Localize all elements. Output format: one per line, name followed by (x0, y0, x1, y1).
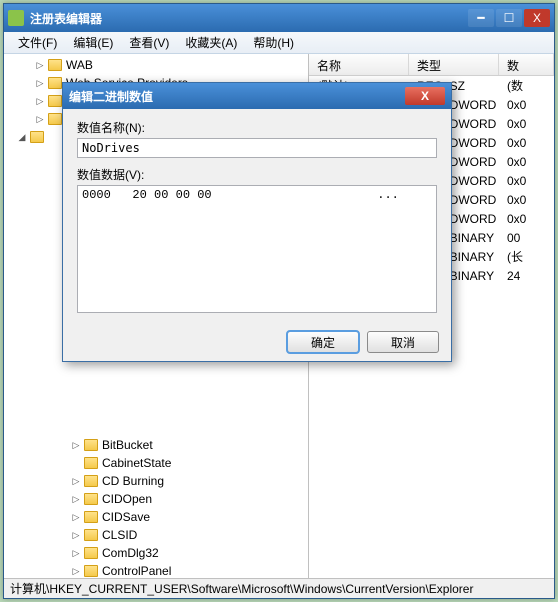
expander-icon[interactable]: ▷ (34, 113, 46, 125)
minimize-button[interactable]: ━ (468, 9, 494, 27)
tree-item-label: ComDlg32 (102, 546, 159, 560)
tree-item[interactable]: CabinetState (4, 454, 308, 472)
folder-icon (48, 59, 62, 71)
tree-item[interactable]: ▷ CLSID (4, 526, 308, 544)
folder-icon (84, 529, 98, 541)
tree-item-label: CD Burning (102, 474, 164, 488)
value-data: 0x0 (499, 193, 554, 207)
tree-item[interactable]: ▷ WAB (4, 56, 308, 74)
dialog-buttons: 确定 取消 (63, 323, 451, 361)
folder-icon (48, 95, 62, 107)
window-title: 注册表编辑器 (30, 10, 466, 27)
col-type[interactable]: 类型 (409, 54, 499, 75)
value-data: (长 (499, 248, 554, 265)
menu-favorites[interactable]: 收藏夹(A) (177, 32, 245, 53)
status-path: 计算机\HKEY_CURRENT_USER\Software\Microsoft… (10, 580, 473, 597)
data-label: 数值数据(V): (77, 166, 437, 183)
cancel-button[interactable]: 取消 (367, 331, 439, 353)
dialog-title: 编辑二进制数值 (69, 88, 405, 105)
folder-icon (48, 113, 62, 125)
statusbar: 计算机\HKEY_CURRENT_USER\Software\Microsoft… (4, 578, 554, 598)
expander-icon[interactable]: ▷ (70, 511, 82, 523)
expander-icon[interactable]: ▷ (70, 475, 82, 487)
tree-item-label: CIDSave (102, 510, 150, 524)
close-button[interactable]: X (524, 9, 550, 27)
expander-icon[interactable]: ▷ (70, 547, 82, 559)
value-data: 0x0 (499, 155, 554, 169)
expander-icon[interactable] (70, 457, 82, 469)
expander-icon[interactable]: ▷ (70, 529, 82, 541)
titlebar[interactable]: 注册表编辑器 ━ ☐ X (4, 4, 554, 32)
expander-icon[interactable]: ▷ (70, 439, 82, 451)
tree-item[interactable]: ▷ CD Burning (4, 472, 308, 490)
menubar: 文件(F) 编辑(E) 查看(V) 收藏夹(A) 帮助(H) (4, 32, 554, 54)
menu-help[interactable]: 帮助(H) (245, 32, 302, 53)
col-name[interactable]: 名称 (309, 54, 409, 75)
tree-item-label: BitBucket (102, 438, 153, 452)
folder-icon (84, 511, 98, 523)
folder-icon (84, 475, 98, 487)
value-data: 0x0 (499, 98, 554, 112)
menu-edit[interactable]: 编辑(E) (65, 32, 121, 53)
name-label: 数值名称(N): (77, 119, 437, 136)
value-data: 0x0 (499, 212, 554, 226)
value-data: 00 (499, 231, 554, 245)
tree-item-label: WAB (66, 58, 93, 72)
edit-binary-dialog: 编辑二进制数值 X 数值名称(N): NoDrives 数值数据(V): 000… (62, 82, 452, 362)
data-field[interactable]: 0000 20 00 00 00 ... (77, 185, 437, 313)
expander-icon[interactable]: ▷ (34, 77, 46, 89)
expander-icon[interactable]: ▷ (70, 493, 82, 505)
name-field[interactable]: NoDrives (77, 138, 437, 158)
folder-icon (84, 547, 98, 559)
menu-file[interactable]: 文件(F) (10, 32, 65, 53)
tree-item-label: CIDOpen (102, 492, 152, 506)
folder-icon (84, 457, 98, 469)
ok-button[interactable]: 确定 (287, 331, 359, 353)
folder-icon (84, 565, 98, 577)
tree-item-label: CLSID (102, 528, 137, 542)
dialog-body: 数值名称(N): NoDrives 数值数据(V): 0000 20 00 00… (63, 109, 451, 323)
value-data: 24 (499, 269, 554, 283)
expander-icon[interactable]: ▷ (70, 565, 82, 577)
value-data: 0x0 (499, 117, 554, 131)
expander-icon[interactable]: ▷ (34, 95, 46, 107)
folder-icon (48, 77, 62, 89)
folder-icon (84, 493, 98, 505)
menu-view[interactable]: 查看(V) (121, 32, 177, 53)
tree-item[interactable]: ▷ ComDlg32 (4, 544, 308, 562)
tree-item-label: ControlPanel (102, 564, 171, 578)
folder-icon (30, 131, 44, 143)
dialog-titlebar[interactable]: 编辑二进制数值 X (63, 83, 451, 109)
value-data: 0x0 (499, 174, 554, 188)
col-data[interactable]: 数 (499, 54, 554, 75)
tree-item[interactable]: ▷ CIDOpen (4, 490, 308, 508)
app-icon (8, 10, 24, 26)
tree-item[interactable]: ▷ CIDSave (4, 508, 308, 526)
value-data: 0x0 (499, 136, 554, 150)
folder-icon (84, 439, 98, 451)
tree-item-label: CabinetState (102, 456, 171, 470)
expander-icon[interactable]: ▷ (34, 59, 46, 71)
tree-item[interactable]: ▷ ControlPanel (4, 562, 308, 578)
expander-icon[interactable]: ◢ (16, 131, 28, 143)
dialog-close-button[interactable]: X (405, 87, 445, 105)
value-data: (数 (499, 77, 554, 94)
maximize-button[interactable]: ☐ (496, 9, 522, 27)
list-header[interactable]: 名称 类型 数 (309, 54, 554, 76)
tree-item[interactable]: ▷ BitBucket (4, 436, 308, 454)
